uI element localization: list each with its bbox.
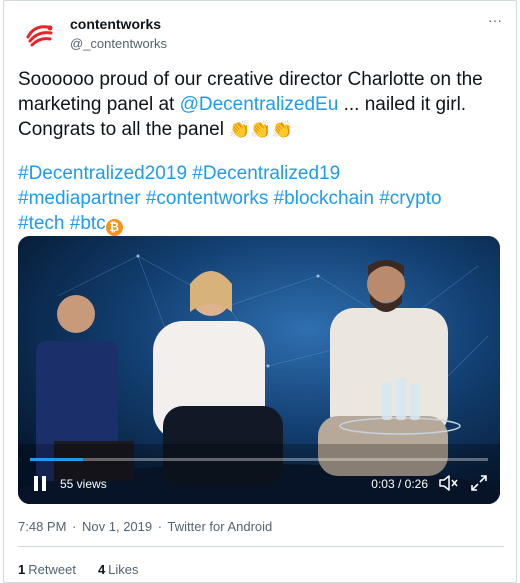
hashtag-link[interactable]: #Decentralized19 xyxy=(192,163,340,184)
hashtag-list: #Decentralized2019 #Decentralized19 #medi… xyxy=(18,161,494,236)
pause-icon xyxy=(34,476,38,491)
tweet-text: Soooooo proud of our creative director C… xyxy=(18,67,494,236)
tweet-meta: 7:48 PM · Nov 1, 2019 · Twitter for Andr… xyxy=(18,519,273,534)
hashtag-link[interactable]: #contentworks xyxy=(146,188,269,209)
hashtag-link[interactable]: #blockchain xyxy=(274,188,374,209)
tweet-card: contentworks @_contentworks ··· Soooooo … xyxy=(3,0,517,583)
video-progress-bar[interactable] xyxy=(30,458,488,461)
pause-button[interactable] xyxy=(34,476,48,492)
retweets-stat[interactable]: 1 Retweet xyxy=(18,562,76,577)
tweet-body: Soooooo proud of our creative director C… xyxy=(18,67,494,142)
hashtag-link[interactable]: #tech xyxy=(18,213,64,234)
tweet-header: contentworks @_contentworks ··· xyxy=(18,11,508,57)
tweet-source[interactable]: Twitter for Android xyxy=(167,519,272,534)
more-options-button[interactable]: ··· xyxy=(484,12,506,28)
hashtag-link[interactable]: #Decentralized2019 xyxy=(18,163,187,184)
video-time: 0:03 / 0:26 xyxy=(371,477,428,491)
engagement-stats: 1 Retweet 4 Likes xyxy=(18,562,139,577)
tweet-time[interactable]: 7:48 PM xyxy=(18,519,66,534)
bitcoin-icon: ₿ xyxy=(105,219,123,236)
author-name[interactable]: contentworks xyxy=(70,16,161,32)
fullscreen-button[interactable] xyxy=(470,474,488,492)
view-count: 55 views xyxy=(60,477,107,491)
hashtag-link[interactable]: #crypto xyxy=(379,188,441,209)
video-progress-fill xyxy=(30,458,83,461)
likes-count: 4 xyxy=(97,562,106,577)
hashtag-link[interactable]: #mediapartner xyxy=(18,188,141,209)
expand-icon xyxy=(471,475,487,491)
likes-label: Likes xyxy=(108,562,139,577)
more-icon: ··· xyxy=(488,12,502,28)
mention-link[interactable]: @DecentralizedEu xyxy=(180,94,339,115)
retweets-label: Retweet xyxy=(28,562,76,577)
hashtag-link[interactable]: #btc xyxy=(70,213,106,234)
clap-emoji-icon: 👏👏👏 xyxy=(229,120,293,139)
speaker-muted-icon xyxy=(439,475,458,491)
likes-stat[interactable]: 4 Likes xyxy=(98,562,139,577)
contentworks-logo-icon xyxy=(26,25,53,47)
tweet-date[interactable]: Nov 1, 2019 xyxy=(82,519,152,534)
video-player[interactable]: 55 views 0:03 / 0:26 xyxy=(18,236,500,504)
avatar[interactable] xyxy=(18,13,62,57)
author-handle[interactable]: @_contentworks xyxy=(70,36,167,51)
retweets-count: 1 xyxy=(18,562,26,577)
video-frame xyxy=(18,236,500,504)
divider xyxy=(18,546,504,547)
mute-button[interactable] xyxy=(438,474,458,492)
